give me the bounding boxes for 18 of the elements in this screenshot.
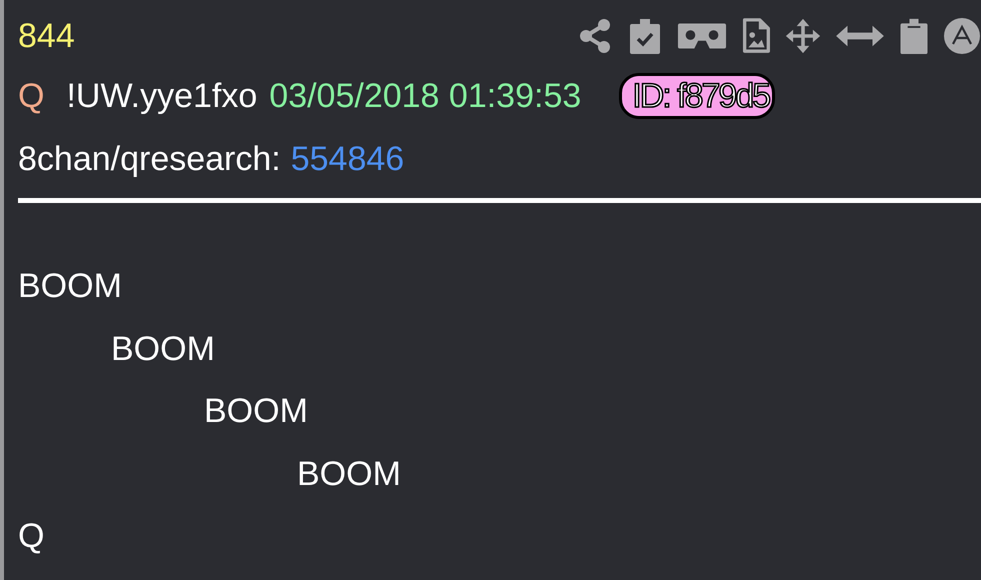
image-file-icon[interactable] bbox=[741, 18, 771, 54]
clipboard-icon[interactable] bbox=[899, 18, 929, 54]
post-text-line: BOOM bbox=[203, 392, 308, 430]
post-link[interactable]: 554846 bbox=[290, 140, 404, 178]
clipboard-check-icon[interactable] bbox=[627, 18, 663, 54]
share-icon[interactable] bbox=[577, 18, 613, 54]
post-text-line: BOOM bbox=[110, 330, 215, 368]
board-label: 8chan/qresearch: bbox=[18, 140, 281, 178]
author-name: Q bbox=[18, 76, 44, 116]
circle-icon[interactable] bbox=[943, 17, 981, 55]
post-number: 844 bbox=[18, 16, 75, 56]
post-text-line: BOOM bbox=[296, 454, 401, 492]
tripcode: !UW.yye1fxo bbox=[66, 76, 258, 116]
id-badge: ID: f879d5 bbox=[619, 73, 776, 119]
timestamp: 03/05/2018 01:39:53 bbox=[269, 76, 582, 116]
move-icon[interactable] bbox=[785, 18, 821, 54]
post-text-line: Q bbox=[18, 517, 44, 555]
post-text-line: BOOM bbox=[18, 267, 122, 305]
